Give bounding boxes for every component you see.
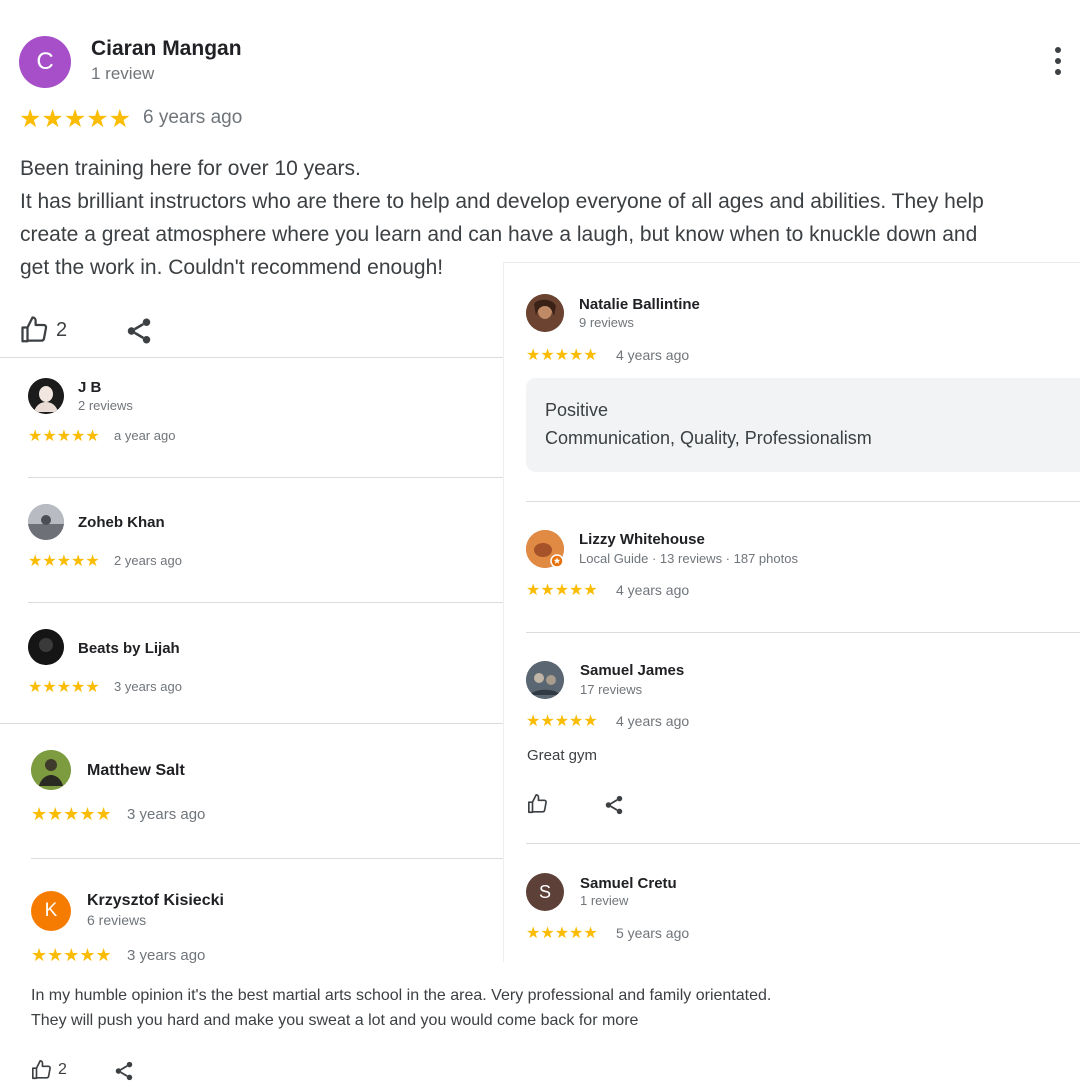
divider xyxy=(526,843,1080,844)
star-rating: ★★★★★ xyxy=(526,582,598,599)
share-icon[interactable] xyxy=(124,316,154,346)
reviewer-name[interactable]: Natalie Ballintine xyxy=(579,296,700,313)
like-button[interactable] xyxy=(527,793,551,817)
thumbs-up-icon xyxy=(21,316,48,343)
reviewer-meta: 1 review xyxy=(91,64,155,83)
divider xyxy=(526,501,1080,502)
thumbs-up-icon xyxy=(32,1060,51,1080)
reviewer-name[interactable]: Beats by Lijah xyxy=(78,640,180,657)
star-rating: ★★★★★ xyxy=(526,713,598,730)
star-rating: ★★★★★ xyxy=(526,347,598,364)
chip-title: Positive xyxy=(545,400,609,420)
chip-text: Communication, Quality, Professionalism xyxy=(545,428,872,448)
reviewer-meta: 1 review xyxy=(580,893,629,908)
divider xyxy=(31,858,503,859)
reviewer-name[interactable]: Ciaran Mangan xyxy=(91,37,242,61)
divider xyxy=(28,477,503,478)
right-review-panel xyxy=(503,262,1080,962)
like-count: 2 xyxy=(56,318,68,341)
profile-photo-icon xyxy=(526,294,564,332)
avatar-letter: S xyxy=(538,881,551,902)
divider xyxy=(28,602,503,603)
thumbs-up-icon xyxy=(528,794,547,814)
reviewer-meta: 2 reviews xyxy=(78,398,133,413)
avatar[interactable] xyxy=(526,530,564,568)
review-text-line: create a great atmosphere where you lear… xyxy=(20,223,978,246)
profile-photo-icon xyxy=(28,504,64,540)
reviewer-meta: Local Guide · 13 reviews · 187 photos xyxy=(579,551,798,566)
avatar[interactable] xyxy=(28,629,64,665)
profile-photo-icon xyxy=(28,378,64,414)
avatar-letter: C xyxy=(36,48,54,75)
divider xyxy=(503,262,504,962)
star-rating: ★★★★★ xyxy=(28,428,100,445)
profile-photo-icon xyxy=(526,661,564,699)
review-text-line: It has brilliant instructors who are the… xyxy=(20,190,984,213)
review-text-line: They will push you hard and make you swe… xyxy=(31,1012,639,1029)
reviewer-name[interactable]: Samuel Cretu xyxy=(580,875,677,892)
profile-photo-icon xyxy=(31,750,71,790)
reviewer-name[interactable]: Lizzy Whitehouse xyxy=(579,531,705,548)
review-text: In my humble opinion it's the best marti… xyxy=(31,983,1071,1033)
reviewer-meta: 6 reviews xyxy=(87,912,147,928)
reviewer-meta: 9 reviews xyxy=(579,315,634,330)
reviewer-meta: 17 reviews xyxy=(580,682,643,697)
like-button[interactable]: 2 xyxy=(20,314,80,346)
reviewer-name[interactable]: Zoheb Khan xyxy=(78,514,165,531)
review-date: 5 years ago xyxy=(616,925,690,941)
avatar[interactable] xyxy=(31,750,71,790)
review-date: 4 years ago xyxy=(616,347,690,363)
attributes-chip xyxy=(526,378,1080,472)
star-rating: ★★★★★ xyxy=(28,679,100,696)
star-rating: ★★★★★ xyxy=(28,553,100,570)
avatar[interactable] xyxy=(28,504,64,540)
star-rating: ★★★★★ xyxy=(526,925,598,942)
avatar[interactable]: K xyxy=(31,891,71,931)
review-text: Great gym xyxy=(527,747,598,764)
review-date: 3 years ago xyxy=(127,947,206,964)
like-button[interactable]: 2 xyxy=(31,1058,81,1082)
star-rating: ★★★★★ xyxy=(31,945,112,965)
divider xyxy=(503,262,1080,263)
review-date: a year ago xyxy=(114,428,176,443)
review-text-line: Been training here for over 10 years. xyxy=(20,157,361,180)
avatar[interactable] xyxy=(526,294,564,332)
avatar[interactable]: S xyxy=(526,873,564,911)
review-date: 4 years ago xyxy=(616,713,690,729)
reviewer-name[interactable]: Matthew Salt xyxy=(87,762,185,780)
review-date: 4 years ago xyxy=(616,582,690,598)
reviewer-name[interactable]: Krzysztof Kisiecki xyxy=(87,892,224,910)
avatar[interactable] xyxy=(526,661,564,699)
review-date: 3 years ago xyxy=(127,806,206,823)
profile-photo-icon xyxy=(526,530,564,568)
divider xyxy=(526,632,1080,633)
avatar[interactable] xyxy=(28,378,64,414)
profile-photo-icon xyxy=(28,629,64,665)
divider xyxy=(0,723,503,724)
share-icon[interactable] xyxy=(113,1060,135,1082)
avatar[interactable]: C xyxy=(19,36,71,88)
divider xyxy=(0,357,503,358)
review-text-line: In my humble opinion it's the best marti… xyxy=(31,987,772,1004)
more-options-icon[interactable] xyxy=(1049,46,1067,76)
like-count: 2 xyxy=(58,1061,67,1078)
avatar-letter: K xyxy=(44,900,58,921)
star-rating: ★★★★★ xyxy=(31,804,112,824)
reviewer-name[interactable]: J B xyxy=(78,379,101,396)
reviewer-name[interactable]: Samuel James xyxy=(580,662,684,679)
review-date: 6 years ago xyxy=(143,107,243,128)
star-rating: ★★★★★ xyxy=(19,105,132,133)
share-icon[interactable] xyxy=(603,794,625,816)
review-date: 3 years ago xyxy=(114,679,182,694)
review-date: 2 years ago xyxy=(114,553,182,568)
